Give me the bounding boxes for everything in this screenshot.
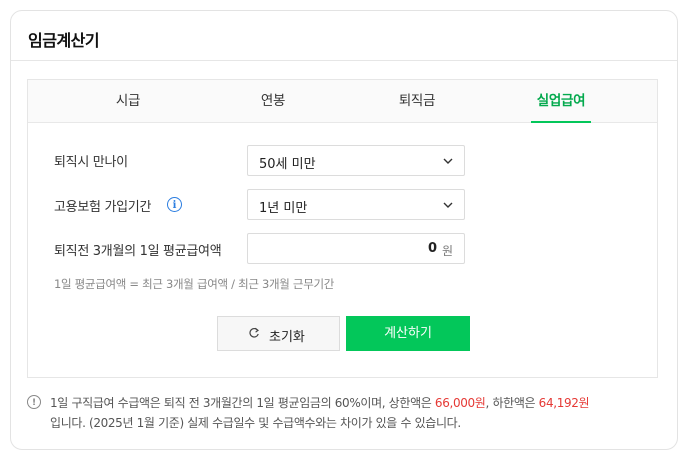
tab-hourly[interactable]: 시급 bbox=[83, 80, 173, 122]
notice-text-1: 1일 구직급여 수급액은 퇴직 전 3개월간의 1일 평균임금의 60%이며, … bbox=[50, 396, 435, 410]
notice-text-2: , 하한액은 bbox=[485, 396, 539, 410]
reset-button-label: 초기화 bbox=[269, 330, 305, 345]
tab-annual-salary[interactable]: 연봉 bbox=[228, 80, 318, 122]
average-wage-input[interactable]: 0 원 bbox=[247, 233, 465, 264]
calculator-panel: 시급 연봉 퇴직금 실업급여 퇴직시 만나이 50세 미만 고용보험 가입기간 … bbox=[27, 79, 658, 378]
chevron-down-icon bbox=[443, 202, 453, 208]
info-icon[interactable]: i bbox=[167, 197, 182, 212]
reset-button[interactable]: 초기화 bbox=[217, 316, 340, 351]
age-label: 퇴직시 만나이 bbox=[54, 155, 128, 170]
chevron-down-icon bbox=[443, 158, 453, 164]
lower-limit-amount: 64,192원 bbox=[538, 396, 590, 410]
wage-calculator-card: 임금계산기 시급 연봉 퇴직금 실업급여 퇴직시 만나이 50세 미만 고용보험… bbox=[10, 10, 678, 450]
refresh-icon bbox=[249, 327, 259, 338]
notice-text-3: 입니다. (2025년 1월 기준) 실제 수급일수 및 수급액수와는 차이가 … bbox=[50, 416, 461, 430]
average-wage-label: 퇴직전 3개월의 1일 평균급여액 bbox=[54, 244, 222, 259]
average-wage-value: 0 bbox=[427, 241, 437, 256]
insurance-period-select[interactable]: 1년 미만 bbox=[247, 189, 465, 220]
formula-hint: 1일 평균급여액 = 최근 3개월 급여액 / 최근 3개월 근무기간 bbox=[54, 277, 335, 291]
calculate-button[interactable]: 계산하기 bbox=[346, 316, 470, 351]
won-unit: 원 bbox=[441, 244, 453, 258]
period-select-value: 1년 미만 bbox=[259, 201, 308, 216]
tab-severance[interactable]: 퇴직금 bbox=[372, 80, 462, 122]
title-divider bbox=[11, 60, 677, 61]
benefit-notice: 1일 구직급여 수급액은 퇴직 전 3개월간의 1일 평균임금의 60%이며, … bbox=[50, 393, 670, 433]
period-label: 고용보험 가입기간 bbox=[54, 200, 152, 215]
age-select[interactable]: 50세 미만 bbox=[247, 145, 465, 176]
card-title: 임금계산기 bbox=[28, 31, 100, 50]
age-select-value: 50세 미만 bbox=[259, 157, 316, 172]
tab-bar: 시급 연봉 퇴직금 실업급여 bbox=[28, 80, 657, 123]
exclamation-icon: ! bbox=[27, 395, 41, 409]
upper-limit-amount: 66,000원 bbox=[434, 396, 486, 410]
tab-unemployment-benefit[interactable]: 실업급여 bbox=[531, 80, 591, 123]
